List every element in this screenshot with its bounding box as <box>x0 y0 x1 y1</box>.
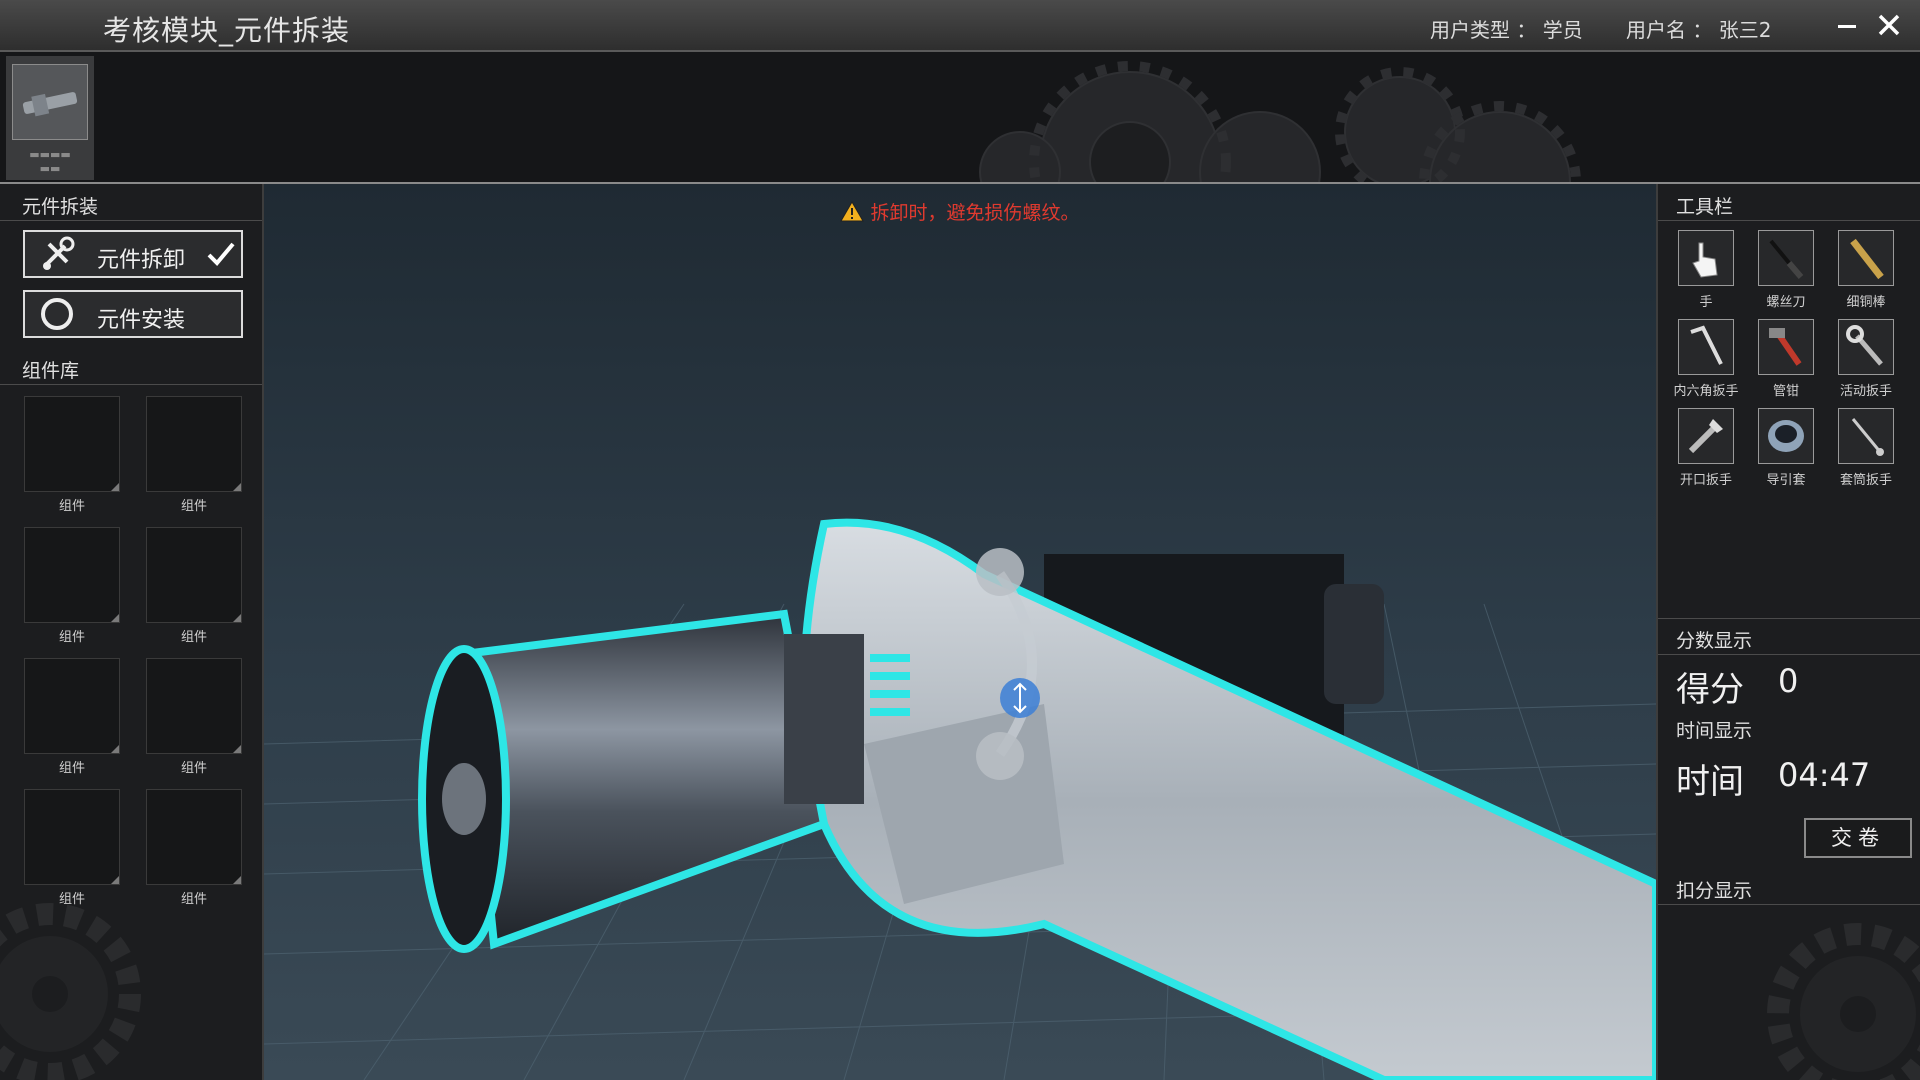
valve-model-thumbnail <box>12 64 88 140</box>
minimize-button[interactable] <box>1830 8 1864 42</box>
score-title: 分数显示 <box>1676 630 1753 652</box>
time-value: 04:47 <box>1778 756 1871 794</box>
ring-icon <box>41 298 73 330</box>
user-type: 用户类型 ： 学员 <box>1430 18 1583 42</box>
toolbar-title: 工具栏 <box>1676 196 1734 218</box>
copper-rod-icon <box>1850 238 1884 280</box>
warning-message: 拆卸时，避免损伤螺纹。 <box>264 198 1656 225</box>
tool-open-end-wrench[interactable] <box>1678 408 1734 464</box>
component-slot-5[interactable] <box>24 658 120 754</box>
model-thumbnail-slot[interactable]: ▬▬▬▬ ▬▬ <box>6 56 94 180</box>
time-title: 时间显示 <box>1676 720 1753 742</box>
close-button[interactable] <box>1872 8 1906 42</box>
adjustable-wrench-icon <box>1846 325 1883 366</box>
component-label: 组件 <box>180 761 207 776</box>
component-label: 组件 <box>58 630 85 645</box>
tool-label: 管钳 <box>1772 384 1799 399</box>
tool-label: 内六角扳手 <box>1673 384 1739 399</box>
tool-label: 开口扳手 <box>1679 473 1732 488</box>
section-title-assembly: 元件拆装 <box>22 196 99 218</box>
divider <box>0 384 262 385</box>
guide-sleeve-icon <box>1768 420 1804 452</box>
tool-socket-wrench[interactable] <box>1838 408 1894 464</box>
tool-label: 导引套 <box>1766 473 1806 488</box>
component-label: 组件 <box>180 630 207 645</box>
section-title-library: 组件库 <box>22 360 80 382</box>
disassemble-mode-button[interactable]: 元件拆卸 <box>23 230 243 278</box>
component-label: 组件 <box>180 499 207 514</box>
screwdriver-icon <box>1769 239 1804 279</box>
user-name: 用户名 ： 张三2 <box>1626 18 1772 42</box>
app-title: 考核模块_元件拆装 <box>103 14 351 47</box>
score-label: 得分 <box>1676 670 1744 710</box>
component-slot-4[interactable] <box>146 527 242 623</box>
model-strip: ▬▬▬▬ ▬▬ <box>0 52 1920 184</box>
tool-hex-key[interactable] <box>1678 319 1734 375</box>
warning-triangle-icon <box>840 201 865 222</box>
component-slot-3[interactable] <box>24 527 120 623</box>
component-slot-8[interactable] <box>146 789 242 885</box>
tool-pipe-wrench[interactable] <box>1758 319 1814 375</box>
deduction-title: 扣分显示 <box>1676 880 1753 902</box>
component-label: 组件 <box>58 761 85 776</box>
tool-hand[interactable] <box>1678 230 1734 286</box>
title-bar: 考核模块_元件拆装 用户类型 ： 学员 用户名 ： 张三2 <box>0 0 1920 52</box>
divider <box>0 220 262 221</box>
disassemble-label: 元件拆卸 <box>97 248 186 273</box>
hex-key-icon <box>1690 325 1723 365</box>
time-label: 时间 <box>1676 762 1744 802</box>
left-panel: 元件拆装 元件拆卸 元件安装 组件库 组件 组件 组件 组件 组件 组件 组件 … <box>0 184 264 1080</box>
close-icon <box>1878 14 1900 36</box>
assemble-label: 元件安装 <box>97 308 186 333</box>
tool-adjustable-wrench[interactable] <box>1838 319 1894 375</box>
hand-pointer-icon <box>1692 242 1718 278</box>
tool-copper-rod[interactable] <box>1838 230 1894 286</box>
tool-label: 螺丝刀 <box>1766 295 1806 310</box>
divider <box>1658 654 1920 655</box>
divider <box>1658 220 1920 221</box>
tool-label: 活动扳手 <box>1839 384 1892 399</box>
checkmark-icon <box>207 242 235 266</box>
3d-viewport[interactable]: 拆卸时，避免损伤螺纹。 <box>264 184 1656 1080</box>
component-slot-2[interactable] <box>146 396 242 492</box>
gear-background-icon <box>979 61 1581 182</box>
submit-exam-button[interactable]: 交卷 <box>1804 818 1912 858</box>
tool-label: 细铜棒 <box>1846 295 1886 310</box>
scene-render <box>264 184 1656 1080</box>
component-label: 组件 <box>180 892 207 907</box>
component-slot-1[interactable] <box>24 396 120 492</box>
assemble-mode-button[interactable]: 元件安装 <box>23 290 243 338</box>
gear-decoration-icon <box>0 903 141 1080</box>
tool-label: 套筒扳手 <box>1839 473 1892 488</box>
thumbnail-caption: ▬▬▬▬ ▬▬ <box>29 148 71 175</box>
tool-screwdriver[interactable] <box>1758 230 1814 286</box>
pipe-wrench-icon <box>1769 328 1802 366</box>
gear-decoration-icon <box>1767 923 1920 1080</box>
component-slot-6[interactable] <box>146 658 242 754</box>
socket-wrench-icon <box>1851 418 1884 456</box>
warning-text: 拆卸时，避免损伤螺纹。 <box>870 202 1080 224</box>
minimize-icon <box>1838 25 1856 28</box>
right-panel: 工具栏 手 螺丝刀 细铜棒 内六角扳手 管钳 活动扳手 开口扳手 导引套 套筒扳… <box>1656 184 1920 1080</box>
wrench-screwdriver-icon <box>43 236 75 270</box>
component-label: 组件 <box>58 499 85 514</box>
valve-thumbnail-icon <box>22 92 78 117</box>
tool-label: 手 <box>1699 295 1713 310</box>
divider <box>1658 618 1920 619</box>
tool-guide-sleeve[interactable] <box>1758 408 1814 464</box>
score-value: 0 <box>1778 662 1799 700</box>
open-end-wrench-icon <box>1688 419 1723 454</box>
component-slot-7[interactable] <box>24 789 120 885</box>
